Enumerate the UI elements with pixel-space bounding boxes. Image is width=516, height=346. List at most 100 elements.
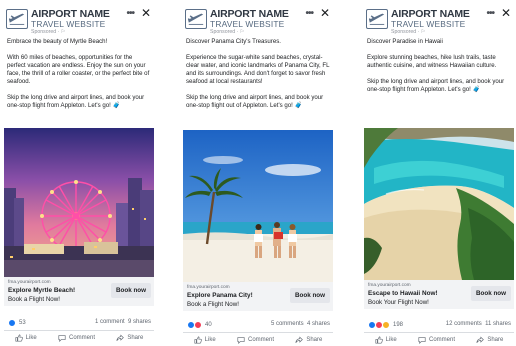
ad-body-text: Discover Panama City's Treasures. Experi… bbox=[183, 38, 333, 110]
comment-button[interactable]: Comment bbox=[58, 334, 95, 342]
ad-body-text: Embrace the beauty of Myrtle Beach! With… bbox=[4, 38, 154, 110]
like-label: Like bbox=[385, 336, 397, 343]
link-domain: fma.yourairport.com bbox=[368, 283, 411, 288]
comment-count[interactable]: 12 comments bbox=[446, 321, 482, 327]
share-arrow-icon bbox=[116, 333, 125, 341]
action-bar: Like Comment Share bbox=[4, 330, 154, 344]
sponsored-label: Sponsored · ⚐ bbox=[391, 29, 426, 35]
share-arrow-icon bbox=[476, 335, 485, 343]
ad-text-description: Explore stunning beaches, hike lush trai… bbox=[367, 54, 497, 69]
like-button[interactable]: Like bbox=[375, 335, 397, 344]
reaction-count: 40 bbox=[205, 322, 212, 328]
sponsored-label: Sponsored · ⚐ bbox=[31, 29, 66, 35]
comment-count[interactable]: 5 comments bbox=[271, 321, 304, 327]
like-button[interactable]: Like bbox=[15, 333, 37, 342]
comment-label: Comment bbox=[428, 336, 455, 343]
airplane-logo-icon[interactable] bbox=[185, 9, 207, 29]
share-label: Share bbox=[127, 334, 144, 341]
ad-card-myrtle-beach: AIRPORT NAME TRAVEL WEBSITE Sponsored · … bbox=[4, 4, 154, 344]
comments-shares-count: 5 comments 4 shares bbox=[271, 321, 330, 327]
ad-text-description: Experience the sugar-white sand beaches,… bbox=[186, 54, 330, 85]
ad-text-headline: Discover Paradise in Hawaii bbox=[367, 38, 443, 45]
link-preview[interactable]: fma.yourairport.com Explore Myrtle Beach… bbox=[4, 277, 154, 306]
share-button[interactable]: Share bbox=[476, 335, 504, 344]
airplane-logo-icon[interactable] bbox=[366, 9, 388, 29]
book-now-button[interactable]: Book now bbox=[290, 288, 330, 303]
thumbs-up-icon bbox=[375, 335, 383, 344]
sponsored-label: Sponsored · ⚐ bbox=[210, 29, 245, 35]
close-icon[interactable]: ✕ bbox=[141, 6, 151, 20]
ad-card-panama-city: AIRPORT NAME TRAVEL WEBSITE Sponsored · … bbox=[183, 4, 333, 344]
like-label: Like bbox=[204, 336, 216, 343]
link-domain: fma.yourairport.com bbox=[8, 280, 51, 285]
share-button[interactable]: Share bbox=[116, 333, 144, 342]
advertiser-subtitle[interactable]: TRAVEL WEBSITE bbox=[391, 19, 465, 29]
wow-reaction-icon bbox=[382, 321, 390, 329]
airplane-logo-icon[interactable] bbox=[6, 9, 28, 29]
share-count[interactable]: 4 shares bbox=[307, 321, 330, 327]
speech-bubble-icon bbox=[58, 334, 66, 342]
ad-photo-myrtle-beach-skywheel[interactable] bbox=[4, 128, 154, 277]
book-now-button[interactable]: Book now bbox=[111, 283, 151, 298]
comments-shares-count: 1 comment 9 shares bbox=[95, 319, 151, 325]
engagement-stats: 53 1 comment 9 shares bbox=[4, 316, 154, 330]
share-count[interactable]: 11 shares bbox=[485, 321, 511, 327]
share-label: Share bbox=[487, 336, 504, 343]
close-icon[interactable]: ✕ bbox=[320, 6, 330, 20]
action-bar: Like Comment Share bbox=[183, 332, 333, 346]
ad-photo-hawaii-bay[interactable] bbox=[364, 128, 514, 280]
thumbs-up-icon bbox=[194, 335, 202, 344]
engagement-stats: 198 12 comments 11 shares bbox=[364, 318, 514, 332]
ad-photo-panama-city-beach[interactable] bbox=[183, 130, 333, 282]
ad-text-headline: Discover Panama City's Treasures. bbox=[186, 38, 281, 45]
book-now-button[interactable]: Book now bbox=[471, 286, 511, 301]
advertiser-subtitle[interactable]: TRAVEL WEBSITE bbox=[210, 19, 284, 29]
ad-header: AIRPORT NAME TRAVEL WEBSITE Sponsored · … bbox=[4, 4, 154, 38]
comment-button[interactable]: Comment bbox=[237, 336, 274, 344]
speech-bubble-icon bbox=[237, 336, 245, 344]
ad-text-call-to-action: Skip the long drive and airport lines, a… bbox=[367, 78, 505, 93]
share-count[interactable]: 9 shares bbox=[128, 319, 151, 325]
engagement-stats: 40 5 comments 4 shares bbox=[183, 318, 333, 332]
reactions-summary[interactable]: 40 bbox=[187, 321, 212, 329]
link-title[interactable]: Explore Myrtle Beach! bbox=[8, 287, 75, 294]
like-reaction-icon bbox=[8, 319, 16, 327]
ad-body-text: Discover Paradise in Hawaii Explore stun… bbox=[364, 38, 514, 94]
close-icon[interactable]: ✕ bbox=[501, 6, 511, 20]
comments-shares-count: 12 comments 11 shares bbox=[446, 321, 511, 327]
link-description: Book Your Flight Now! bbox=[368, 299, 429, 306]
ad-header: AIRPORT NAME TRAVEL WEBSITE Sponsored · … bbox=[364, 4, 514, 38]
comment-label: Comment bbox=[68, 334, 95, 341]
more-options-icon[interactable]: ••• bbox=[305, 8, 313, 19]
link-domain: fma.yourairport.com bbox=[187, 285, 230, 290]
link-description: Book a Flight Now! bbox=[187, 301, 239, 308]
love-reaction-icon bbox=[194, 321, 202, 329]
ad-text-headline: Embrace the beauty of Myrtle Beach! bbox=[7, 38, 108, 45]
ad-card-hawaii: AIRPORT NAME TRAVEL WEBSITE Sponsored · … bbox=[364, 4, 514, 344]
link-title[interactable]: Explore Panama City! bbox=[187, 292, 253, 299]
more-options-icon[interactable]: ••• bbox=[126, 8, 134, 19]
reaction-count: 198 bbox=[393, 322, 404, 328]
comment-count[interactable]: 1 comment bbox=[95, 319, 125, 325]
reaction-count: 53 bbox=[19, 320, 26, 326]
link-title[interactable]: Escape to Hawaii Now! bbox=[368, 290, 438, 297]
reactions-summary[interactable]: 198 bbox=[368, 321, 403, 329]
advertiser-subtitle[interactable]: TRAVEL WEBSITE bbox=[31, 19, 105, 29]
action-bar: Like Comment Share bbox=[364, 332, 514, 346]
link-preview[interactable]: fma.yourairport.com Explore Panama City!… bbox=[183, 282, 333, 311]
reactions-summary[interactable]: 53 bbox=[8, 319, 26, 327]
share-arrow-icon bbox=[295, 335, 304, 343]
speech-bubble-icon bbox=[418, 336, 426, 344]
share-button[interactable]: Share bbox=[295, 335, 323, 344]
ad-text-description: With 60 miles of beaches, opportunities … bbox=[7, 54, 150, 85]
more-options-icon[interactable]: ••• bbox=[486, 8, 494, 19]
comment-button[interactable]: Comment bbox=[418, 336, 455, 344]
share-label: Share bbox=[306, 336, 323, 343]
ad-header: AIRPORT NAME TRAVEL WEBSITE Sponsored · … bbox=[183, 4, 333, 38]
like-button[interactable]: Like bbox=[194, 335, 216, 344]
ad-text-call-to-action: Skip the long drive and airport lines, a… bbox=[7, 94, 145, 109]
thumbs-up-icon bbox=[15, 333, 23, 342]
ad-text-call-to-action: Skip the long drive and airport lines, a… bbox=[186, 94, 324, 109]
link-preview[interactable]: fma.yourairport.com Escape to Hawaii Now… bbox=[364, 280, 514, 309]
comment-label: Comment bbox=[247, 336, 274, 343]
